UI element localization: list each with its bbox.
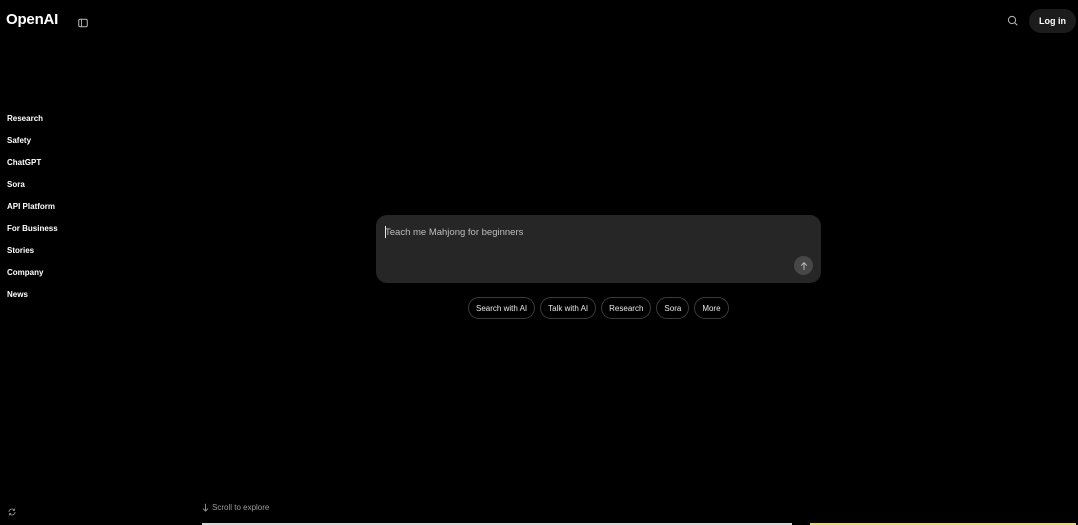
sidebar-toggle-icon[interactable] (78, 15, 88, 28)
nav-item-chatgpt[interactable]: ChatGPT (7, 156, 58, 178)
search-icon[interactable] (1006, 14, 1020, 28)
openai-logo[interactable]: OpenAI (6, 11, 58, 28)
nav-item-sora[interactable]: Sora (7, 178, 58, 200)
sidebar-nav: Research Safety ChatGPT Sora API Platfor… (7, 112, 58, 310)
scroll-hint-label: Scroll to explore (212, 503, 270, 512)
nav-item-for-business[interactable]: For Business (7, 222, 58, 244)
nav-item-company[interactable]: Company (7, 266, 58, 288)
chip-talk-with-ai[interactable]: Talk with AI (540, 297, 597, 319)
arrow-up-icon (800, 261, 807, 270)
prompt-composer (376, 215, 821, 283)
nav-item-safety[interactable]: Safety (7, 134, 58, 156)
suggestion-chips: Search with AI Talk with AI Research Sor… (468, 297, 729, 319)
arrow-down-icon (202, 503, 209, 512)
nav-item-stories[interactable]: Stories (7, 244, 58, 266)
chip-more[interactable]: More (694, 297, 729, 319)
nav-item-research[interactable]: Research (7, 112, 58, 134)
refresh-icon[interactable] (7, 504, 17, 516)
chip-research[interactable]: Research (601, 297, 652, 319)
prompt-input[interactable] (385, 225, 785, 239)
login-button[interactable]: Log in (1029, 9, 1076, 33)
send-button[interactable] (794, 256, 813, 275)
nav-item-api-platform[interactable]: API Platform (7, 200, 58, 222)
scroll-hint[interactable]: Scroll to explore (202, 503, 269, 512)
text-caret (385, 226, 386, 238)
chip-search-with-ai[interactable]: Search with AI (468, 297, 536, 319)
chip-sora[interactable]: Sora (656, 297, 690, 319)
page: OpenAI Log in Research Safety ChatGPT So… (0, 0, 1078, 525)
nav-item-news[interactable]: News (7, 288, 58, 310)
